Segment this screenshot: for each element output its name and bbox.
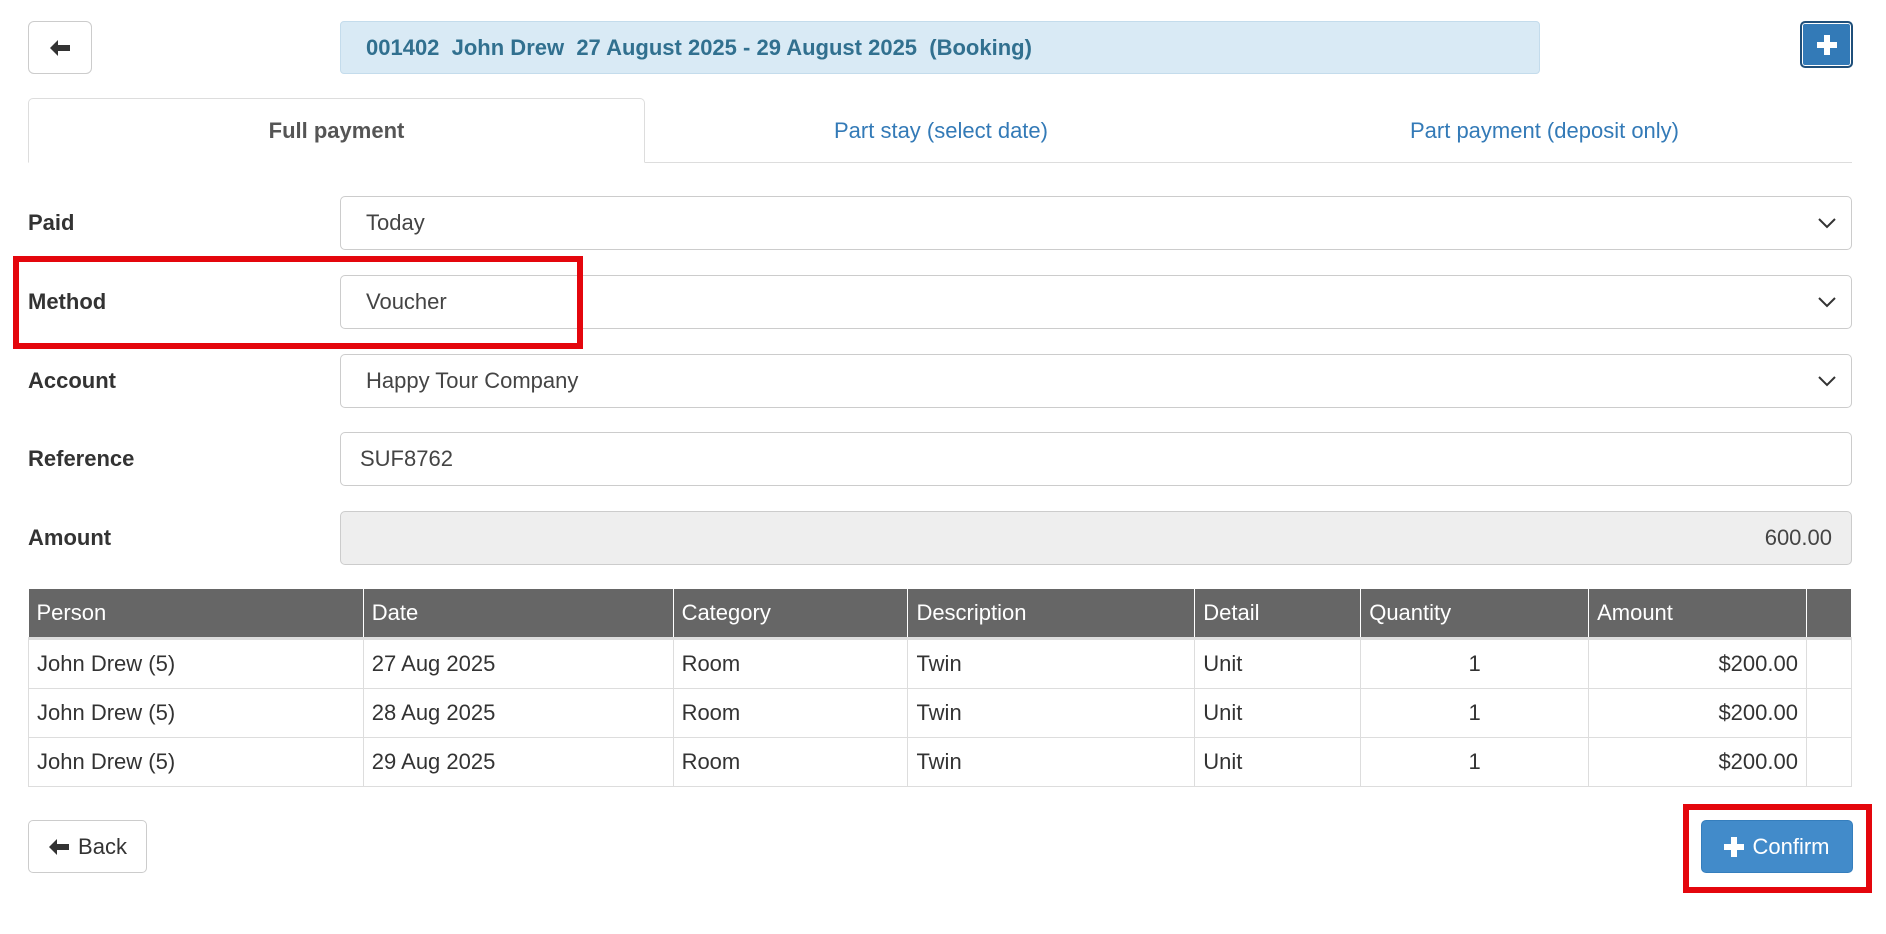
cell-extra bbox=[1805, 688, 1853, 738]
amount-value: 600.00 bbox=[1764, 525, 1832, 550]
table-row[interactable]: John Drew (5) 28 Aug 2025 Room Twin Unit… bbox=[28, 688, 1853, 738]
cell-description: Twin bbox=[907, 737, 1196, 787]
cell-person: John Drew (5) bbox=[28, 638, 364, 689]
method-label: Method bbox=[28, 289, 107, 314]
cell-amount: $200.00 bbox=[1588, 737, 1807, 787]
amount-label: Amount bbox=[28, 525, 112, 550]
table-header-row: Person Date Category Description Detail … bbox=[28, 589, 1853, 640]
column-header[interactable]: Amount bbox=[1588, 589, 1807, 640]
paid-label: Paid bbox=[28, 210, 75, 235]
add-button[interactable] bbox=[1800, 21, 1853, 68]
back-button[interactable]: Back bbox=[28, 820, 147, 873]
cell-person: John Drew (5) bbox=[28, 737, 364, 787]
cell-quantity: 1 bbox=[1360, 737, 1590, 787]
back-button-label: Back bbox=[78, 833, 127, 859]
tab-part-payment[interactable]: Part payment (deposit only) bbox=[1237, 98, 1852, 163]
confirm-button-label: Confirm bbox=[1752, 833, 1830, 859]
method-select[interactable]: Voucher bbox=[340, 275, 1852, 329]
arrow-left-icon bbox=[49, 838, 70, 855]
cell-date: 27 Aug 2025 bbox=[362, 638, 674, 689]
tab-full-payment[interactable]: Full payment bbox=[28, 98, 645, 163]
booking-banner: 001402 John Drew 27 August 2025 - 29 Aug… bbox=[340, 21, 1540, 74]
paid-value: Today bbox=[366, 210, 425, 235]
cell-amount: $200.00 bbox=[1588, 688, 1807, 738]
table-row[interactable]: John Drew (5) 29 Aug 2025 Room Twin Unit… bbox=[28, 737, 1853, 787]
column-header[interactable]: Detail bbox=[1194, 589, 1362, 640]
column-header[interactable]: Date bbox=[363, 589, 674, 640]
table-row[interactable]: John Drew (5) 27 Aug 2025 Room Twin Unit… bbox=[28, 638, 1853, 689]
cell-date: 28 Aug 2025 bbox=[362, 688, 674, 738]
reference-value: SUF8762 bbox=[360, 446, 453, 471]
paid-select[interactable]: Today bbox=[340, 196, 1852, 250]
cell-category: Room bbox=[672, 688, 909, 738]
method-value: Voucher bbox=[366, 289, 447, 314]
account-label: Account bbox=[28, 368, 116, 393]
back-nav-button[interactable] bbox=[28, 21, 92, 74]
column-header[interactable]: Category bbox=[673, 589, 909, 640]
chevron-down-icon bbox=[1818, 376, 1836, 387]
reference-input[interactable]: SUF8762 bbox=[340, 432, 1852, 486]
arrow-left-icon bbox=[50, 39, 70, 56]
charges-table: Person Date Category Description Detail … bbox=[28, 589, 1853, 787]
cell-amount: $200.00 bbox=[1588, 638, 1807, 689]
cell-extra bbox=[1805, 737, 1853, 787]
cell-quantity: 1 bbox=[1360, 688, 1590, 738]
reference-label: Reference bbox=[28, 446, 135, 471]
column-header bbox=[1806, 589, 1853, 640]
cell-category: Room bbox=[672, 737, 909, 787]
cell-category: Room bbox=[672, 638, 909, 689]
cell-date: 29 Aug 2025 bbox=[362, 737, 674, 787]
account-select[interactable]: Happy Tour Company bbox=[340, 354, 1852, 408]
cell-detail: Unit bbox=[1194, 688, 1362, 738]
column-header[interactable]: Quantity bbox=[1360, 589, 1590, 640]
chevron-down-icon bbox=[1818, 297, 1836, 308]
cell-quantity: 1 bbox=[1360, 638, 1590, 689]
plus-icon bbox=[1724, 836, 1745, 857]
account-value: Happy Tour Company bbox=[366, 368, 579, 393]
amount-field: 600.00 bbox=[340, 511, 1852, 565]
cell-description: Twin bbox=[907, 638, 1196, 689]
chevron-down-icon bbox=[1818, 218, 1836, 229]
plus-icon bbox=[1816, 34, 1837, 55]
column-header[interactable]: Description bbox=[907, 589, 1196, 640]
column-header[interactable]: Person bbox=[28, 589, 364, 640]
cell-person: John Drew (5) bbox=[28, 688, 364, 738]
cell-extra bbox=[1805, 638, 1853, 689]
cell-detail: Unit bbox=[1194, 638, 1362, 689]
cell-detail: Unit bbox=[1194, 737, 1362, 787]
confirm-button[interactable]: Confirm bbox=[1701, 820, 1853, 873]
cell-description: Twin bbox=[907, 688, 1196, 738]
tab-part-stay[interactable]: Part stay (select date) bbox=[645, 98, 1237, 163]
